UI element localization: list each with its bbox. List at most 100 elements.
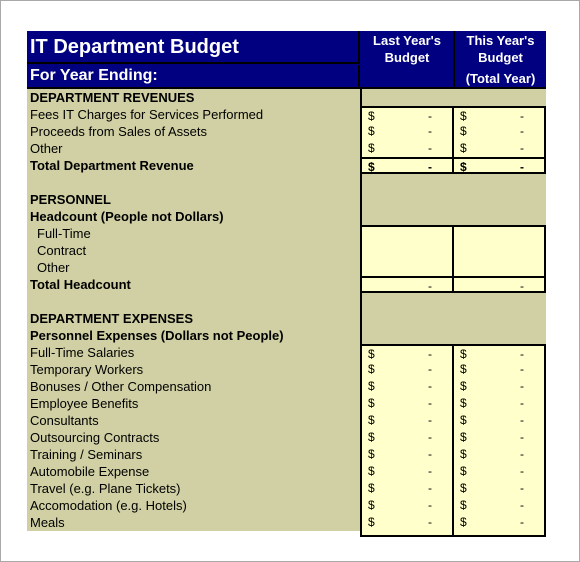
- value-row-partial: [360, 531, 546, 537]
- column-header-line: (Total Year): [465, 71, 536, 86]
- amount-value: -: [520, 481, 524, 495]
- amount-value: -: [428, 498, 432, 512]
- currency-symbol: $: [460, 413, 467, 427]
- currency-symbol: $: [368, 141, 375, 155]
- last-year-cell[interactable]: $ -: [360, 123, 454, 140]
- expense-item-label: Outsourcing Contracts: [30, 430, 160, 445]
- this-year-cell[interactable]: $ -: [454, 361, 546, 378]
- this-year-cell[interactable]: $ -: [454, 446, 546, 463]
- last-year-cell[interactable]: $ -: [360, 463, 454, 480]
- amount-value: -: [520, 515, 524, 529]
- this-year-cell[interactable]: $ -: [454, 378, 546, 395]
- currency-symbol: $: [368, 464, 375, 478]
- expense-item-label: Training / Seminars: [30, 447, 143, 462]
- year-ending-label[interactable]: For Year Ending:: [27, 65, 360, 87]
- last-year-cell[interactable]: -: [360, 276, 454, 293]
- this-year-cell[interactable]: $ -: [454, 157, 546, 174]
- value-row: $ - $ -: [360, 157, 546, 174]
- last-year-cell[interactable]: $ -: [360, 412, 454, 429]
- blank-row: [360, 293, 546, 310]
- amount-value: -: [428, 396, 432, 410]
- currency-symbol: $: [368, 481, 375, 495]
- last-year-cell[interactable]: $ -: [360, 140, 454, 157]
- value-row: $ - $ -: [360, 361, 546, 378]
- this-year-cell[interactable]: $ -: [454, 480, 546, 497]
- total-headcount-label: Total Headcount: [30, 277, 131, 292]
- last-year-cell[interactable]: $ -: [360, 378, 454, 395]
- amount-value: -: [428, 481, 432, 495]
- amount-value: -: [428, 124, 432, 138]
- currency-symbol: $: [368, 362, 375, 376]
- this-year-cell[interactable]: $ -: [454, 429, 546, 446]
- last-year-cell[interactable]: $ -: [360, 446, 454, 463]
- this-year-cell[interactable]: $ -: [454, 412, 546, 429]
- amount-value: -: [428, 141, 432, 155]
- this-year-cell[interactable]: $ -: [454, 140, 546, 157]
- this-year-cell[interactable]: $ -: [454, 106, 546, 123]
- spacer-row: [27, 293, 360, 310]
- currency-symbol: $: [368, 124, 375, 138]
- section-heading-expenses: DEPARTMENT EXPENSES: [30, 311, 194, 326]
- last-year-cell[interactable]: $ -: [360, 497, 454, 514]
- column-header-line: Budget: [384, 50, 430, 65]
- currency-symbol: $: [460, 141, 467, 155]
- last-year-cell[interactable]: $ -: [360, 361, 454, 378]
- revenue-item-label: Proceeds from Sales of Assets: [30, 124, 208, 139]
- headcount-item-label: Full-Time: [37, 226, 91, 241]
- expense-item-label: Consultants: [30, 413, 99, 428]
- value-row: $ - $ -: [360, 106, 546, 123]
- last-year-cell[interactable]: $ -: [360, 344, 454, 361]
- expense-item-label: Full-Time Salaries: [30, 345, 135, 360]
- this-year-cell[interactable]: $ -: [454, 123, 546, 140]
- currency-symbol: $: [460, 362, 467, 376]
- currency-symbol: $: [368, 498, 375, 512]
- amount-value: -: [428, 447, 432, 461]
- this-year-cell[interactable]: $ -: [454, 497, 546, 514]
- currency-symbol: $: [368, 515, 375, 529]
- this-year-cell[interactable]: $ -: [454, 344, 546, 361]
- currency-symbol: $: [460, 430, 467, 444]
- expense-item-label: Automobile Expense: [30, 464, 150, 479]
- total-revenue-label: Total Department Revenue: [30, 158, 194, 173]
- amount-value: -: [520, 362, 524, 376]
- value-row: $ - $ -: [360, 344, 546, 361]
- value-row: $ - $ -: [360, 395, 546, 412]
- column-header-last-year: Last Year's Budget: [361, 31, 455, 87]
- headcount-item-label: Other: [37, 260, 70, 275]
- last-year-cell[interactable]: $ -: [360, 395, 454, 412]
- blank-row: [360, 89, 546, 106]
- value-row: $ - $ -: [360, 446, 546, 463]
- amount-value: -: [428, 413, 432, 427]
- this-year-cell[interactable]: $ -: [454, 463, 546, 480]
- amount-value: -: [520, 447, 524, 461]
- blank-row: [360, 174, 546, 191]
- value-row: [360, 259, 546, 276]
- amount-value: -: [520, 430, 524, 444]
- this-year-cell[interactable]: [454, 242, 546, 259]
- currency-symbol: $: [460, 515, 467, 529]
- last-year-cell[interactable]: [360, 225, 454, 242]
- expense-item-label: Employee Benefits: [30, 396, 139, 411]
- column-header-line: Last Year's: [373, 33, 441, 48]
- amount-value: -: [428, 430, 432, 444]
- section-heading-personnel: PERSONNEL: [30, 192, 111, 207]
- value-row: $ - $ -: [360, 514, 546, 531]
- column-header-line: Budget: [478, 50, 523, 65]
- amount-value: -: [520, 396, 524, 410]
- headcount-item-label: Contract: [37, 243, 87, 258]
- last-year-cell[interactable]: $ -: [360, 106, 454, 123]
- this-year-cell[interactable]: $ -: [454, 514, 546, 531]
- this-year-cell[interactable]: -: [454, 276, 546, 293]
- last-year-cell[interactable]: $ -: [360, 514, 454, 531]
- value-row: $ - $ -: [360, 480, 546, 497]
- this-year-cell[interactable]: [454, 225, 546, 242]
- sheet-title: IT Department Budget: [27, 31, 360, 64]
- last-year-cell[interactable]: $ -: [360, 429, 454, 446]
- column-header-line: This Year's: [466, 33, 535, 48]
- last-year-cell[interactable]: $ -: [360, 480, 454, 497]
- last-year-cell[interactable]: $ -: [360, 157, 454, 174]
- this-year-cell[interactable]: $ -: [454, 395, 546, 412]
- this-year-cell[interactable]: [454, 259, 546, 276]
- last-year-cell[interactable]: [360, 259, 454, 276]
- last-year-cell[interactable]: [360, 242, 454, 259]
